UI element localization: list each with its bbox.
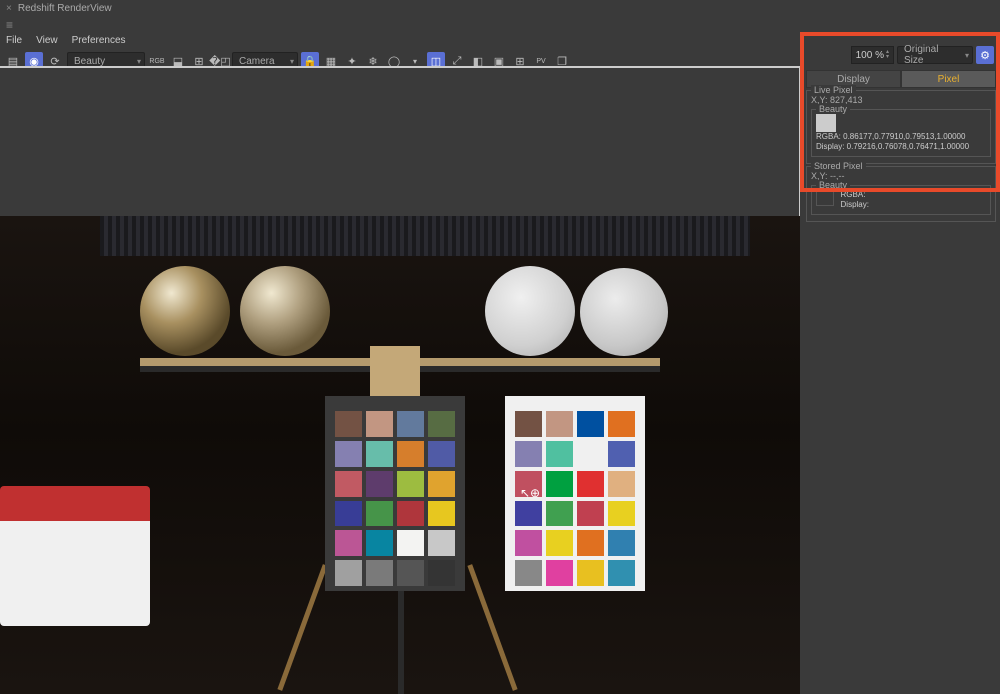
color-swatch: [366, 530, 393, 556]
rendered-image: ↖⊕: [0, 216, 800, 694]
color-swatch: [397, 471, 424, 497]
window-title: Redshift RenderView: [18, 3, 112, 14]
color-swatch: [335, 530, 362, 556]
color-swatch: [546, 530, 573, 556]
color-swatch: [546, 501, 573, 527]
color-swatch: [608, 471, 635, 497]
live-beauty-group: Beauty RGBA: 0.86177,0.77910,0.79513,1.0…: [811, 109, 991, 157]
color-swatch: [577, 530, 604, 556]
stored-pixel-display: Display:: [841, 200, 869, 210]
color-swatch: [515, 411, 542, 437]
color-swatch: [577, 471, 604, 497]
color-swatch: [515, 441, 542, 467]
color-swatch: [366, 441, 393, 467]
color-swatch: [335, 560, 362, 586]
color-swatch: [428, 441, 455, 467]
color-swatch: [577, 441, 604, 467]
color-swatch: [608, 501, 635, 527]
zoom-input[interactable]: 100 % ▴▾: [851, 46, 894, 64]
color-swatch: [366, 560, 393, 586]
color-swatch: [397, 560, 424, 586]
color-swatch: [546, 411, 573, 437]
color-swatch: [335, 471, 362, 497]
color-chart-right: [505, 396, 645, 591]
live-pixel-display: Display: 0.79216,0.76078,0.76471,1.00000: [816, 142, 969, 152]
settings-icon[interactable]: ⚙: [976, 46, 994, 64]
color-swatch: [428, 560, 455, 586]
color-swatch: [608, 441, 635, 467]
menu-view[interactable]: View: [36, 35, 58, 49]
color-swatch: [546, 471, 573, 497]
color-swatch: [397, 441, 424, 467]
render-viewport[interactable]: ↖⊕: [0, 66, 800, 694]
color-swatch: [428, 411, 455, 437]
stored-pixel-rgba: RGBA:: [841, 190, 869, 200]
color-swatch: [335, 411, 362, 437]
color-swatch: [577, 501, 604, 527]
color-swatch: [515, 560, 542, 586]
color-swatch: [335, 501, 362, 527]
titlebar: × Redshift RenderView: [0, 0, 1000, 16]
live-pixel-rgba: RGBA: 0.86177,0.77910,0.79513,1.00000: [816, 132, 969, 142]
side-panel: Display Pixel Live Pixel X,Y: 827,413 Be…: [802, 66, 1000, 694]
color-swatch: [515, 471, 542, 497]
color-swatch: [577, 411, 604, 437]
live-pixel-group: Live Pixel X,Y: 827,413 Beauty RGBA: 0.8…: [806, 90, 996, 164]
color-swatch: [428, 471, 455, 497]
color-swatch: [397, 411, 424, 437]
stored-pixel-group: Stored Pixel X,Y: --,-- Beauty RGBA: Dis…: [806, 166, 996, 222]
color-swatch: [546, 560, 573, 586]
stored-beauty-group: Beauty RGBA: Display:: [811, 185, 991, 215]
stored-pixel-legend: Stored Pixel: [811, 161, 866, 171]
stored-pixel-swatch: [816, 190, 834, 206]
close-icon[interactable]: ×: [6, 3, 12, 14]
color-swatch: [366, 501, 393, 527]
color-swatch: [515, 530, 542, 556]
menu-preferences[interactable]: Preferences: [72, 35, 126, 49]
color-swatch: [428, 501, 455, 527]
color-swatch: [428, 530, 455, 556]
color-swatch: [608, 560, 635, 586]
live-pixel-swatch: [816, 114, 836, 132]
color-swatch: [366, 471, 393, 497]
menu-file[interactable]: File: [6, 35, 22, 49]
color-swatch: [608, 411, 635, 437]
color-swatch: [608, 530, 635, 556]
size-dropdown[interactable]: Original Size: [897, 46, 973, 64]
color-swatch: [515, 501, 542, 527]
tab-pixel[interactable]: Pixel: [901, 70, 996, 88]
color-swatch: [397, 530, 424, 556]
color-chart-left: [325, 396, 465, 591]
hamburger-icon[interactable]: ≡: [0, 16, 1000, 34]
color-swatch: [577, 560, 604, 586]
toolbar-right: 100 % ▴▾ Original Size ⚙: [851, 44, 994, 66]
color-swatch: [546, 441, 573, 467]
color-swatch: [397, 501, 424, 527]
color-swatch: [335, 441, 362, 467]
color-swatch: [366, 411, 393, 437]
live-pixel-legend: Live Pixel: [811, 85, 856, 95]
